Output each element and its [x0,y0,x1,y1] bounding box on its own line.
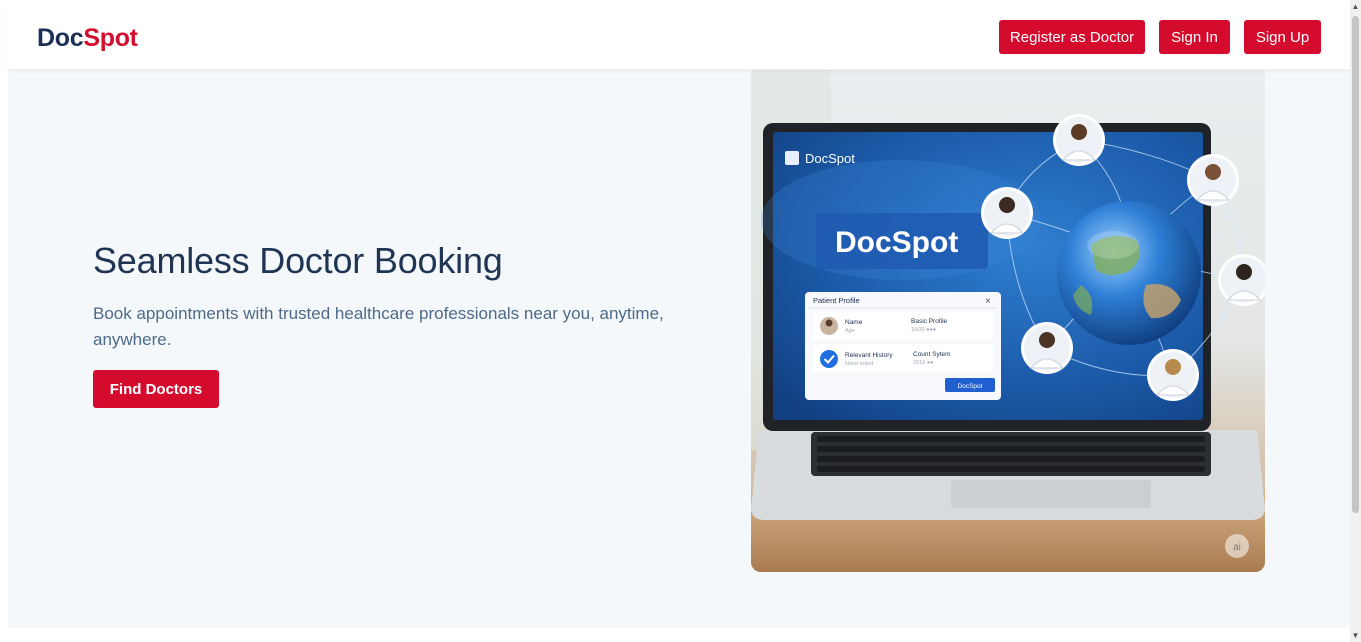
check-circle-icon [820,350,838,368]
scroll-thumb[interactable] [1352,16,1359,513]
ai-watermark: ai [1233,542,1241,553]
doctor-avatar-1 [1053,114,1105,166]
find-doctors-button[interactable]: Find Doctors [93,370,219,408]
logo-part-doc: Doc [37,24,84,52]
card-button: DocSpot [958,383,983,390]
doctor-avatar-6 [1147,349,1199,401]
sign-in-button[interactable]: Sign In [1159,20,1230,54]
hero-title: Seamless Doctor Booking [93,240,503,281]
doctor-avatar-5 [1021,322,1073,374]
globe [1057,201,1201,345]
scroll-down-arrow-icon[interactable]: ▼ [1351,631,1360,640]
svg-text:Age: Age [845,328,855,334]
screen-title: DocSpot [835,226,958,259]
svg-text:Name: Name [845,319,863,326]
hero-image: DocSpot DocSpot Patient Profile × Name A… [751,70,1265,572]
card-close-icon: × [985,296,991,307]
logo-part-spot: Spot [83,24,138,52]
svg-text:10/30 ●●●: 10/30 ●●● [911,327,936,333]
logo[interactable]: DocSpot [37,24,138,53]
svg-text:Relevant History: Relevant History [845,352,893,359]
page-scrollbar[interactable]: ▲ ▼ [1350,0,1361,642]
hero-subtitle: Book appointments with trusted healthcar… [93,304,664,349]
svg-text:Basic Profile: Basic Profile [911,318,948,325]
scroll-up-arrow-icon[interactable]: ▲ [1351,2,1360,11]
svg-text:Count Sytem: Count Sytem [913,351,951,358]
doctor-avatar-3 [981,187,1033,239]
svg-text:2019 ●●: 2019 ●● [913,360,933,366]
svg-text:None noted: None noted [845,361,873,367]
card-title: Patient Profile [813,296,860,305]
sign-up-button[interactable]: Sign Up [1244,20,1321,54]
hero-section: Seamless Doctor Booking Book appointment… [8,70,1350,628]
site-header: DocSpot Register as Doctor Sign In Sign … [8,0,1350,70]
laptop-illustration: DocSpot DocSpot Patient Profile × Name A… [751,70,1265,572]
screen-brand: DocSpot [805,151,855,166]
doctor-avatar-2 [1187,154,1239,206]
register-as-doctor-button[interactable]: Register as Doctor [999,20,1145,54]
